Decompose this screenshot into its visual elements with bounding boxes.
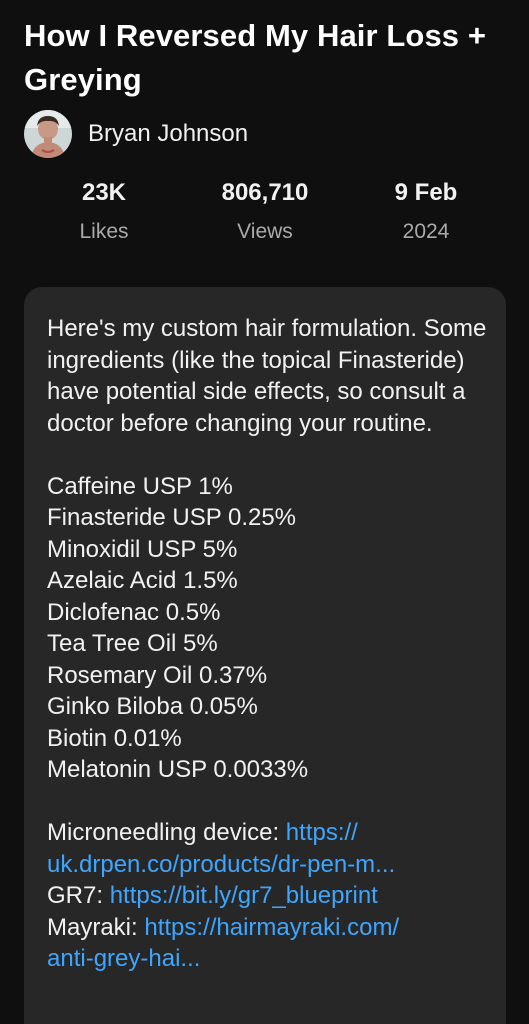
mayraki-link-row: Mayraki: https://hairmayraki.com/ [47, 912, 487, 944]
microneedling-link[interactable]: https:// [286, 819, 358, 846]
ingredient-item: Ginko Biloba 0.05% [47, 693, 258, 720]
ingredient-list: Caffeine USP 1% Finasteride USP 0.25% Mi… [47, 471, 487, 786]
publish-date: 9 Feb [394, 179, 458, 206]
video-stats: 23K Likes 806,710 Views 9 Feb 2024 [24, 175, 508, 255]
views-count: 806,710 [221, 179, 309, 206]
likes-stat: 23K Likes [24, 175, 184, 250]
mayraki-link-row-2: anti-grey-hai... [47, 943, 487, 975]
likes-count: 23K [81, 179, 127, 206]
gr7-link-row: GR7: https://bit.ly/gr7_blueprint [47, 880, 487, 912]
video-title: How I Reversed My Hair Loss + Greying [24, 18, 487, 97]
views-stat: 806,710 Views [185, 175, 345, 250]
description-intro: Here's my custom hair formulation. Some … [47, 315, 487, 437]
video-description-page: How I Reversed My Hair Loss + Greying Br… [0, 0, 529, 1024]
channel-row[interactable]: Bryan Johnson [24, 109, 248, 159]
ingredient-item: Diclofenac 0.5% [47, 598, 221, 626]
ingredient-item: Biotin 0.01% [47, 724, 182, 752]
channel-avatar[interactable] [24, 110, 72, 158]
mayraki-label: Mayraki: [47, 913, 145, 941]
ingredient-item: Caffeine USP 1% [47, 472, 233, 500]
ingredient-item: Rosemary Oil 0.37% [47, 661, 268, 689]
channel-name[interactable]: Bryan Johnson [88, 120, 248, 148]
avatar-photo-icon [24, 110, 72, 158]
gr7-link[interactable]: https://bit.ly/gr7_blueprint [110, 882, 378, 909]
views-label: Views [237, 220, 293, 243]
microneedling-label: Microneedling device: [47, 819, 286, 846]
publish-year: 2024 [402, 220, 450, 243]
mayraki-link-continued[interactable]: anti-grey-hai... [47, 945, 200, 972]
ingredient-item: Azelaic Acid 1.5% [47, 567, 238, 594]
ingredient-item: Tea Tree Oil 5% [47, 630, 218, 657]
description-card[interactable]: Here's my custom hair formulation. Some … [24, 287, 506, 1024]
mayraki-link[interactable]: https://hairmayraki.com/ [144, 914, 399, 941]
links-section: Microneedling device: https:// uk.drpen.… [47, 817, 487, 975]
ingredient-item: Minoxidil USP 5% [47, 535, 238, 563]
microneedling-link-row: Microneedling device: https:// [47, 817, 487, 849]
microneedling-link-row-2: uk.drpen.co/products/dr-pen-m... [47, 849, 487, 881]
ingredient-item: Finasteride USP 0.25% [47, 504, 297, 531]
likes-label: Likes [79, 220, 129, 243]
ingredient-item: Melatonin USP 0.0033% [47, 756, 309, 783]
date-stat: 9 Feb 2024 [346, 175, 506, 250]
description-body: Here's my custom hair formulation. Some … [47, 313, 487, 975]
microneedling-link-continued[interactable]: uk.drpen.co/products/dr-pen-m... [47, 851, 395, 878]
gr7-label: GR7: [47, 882, 110, 909]
